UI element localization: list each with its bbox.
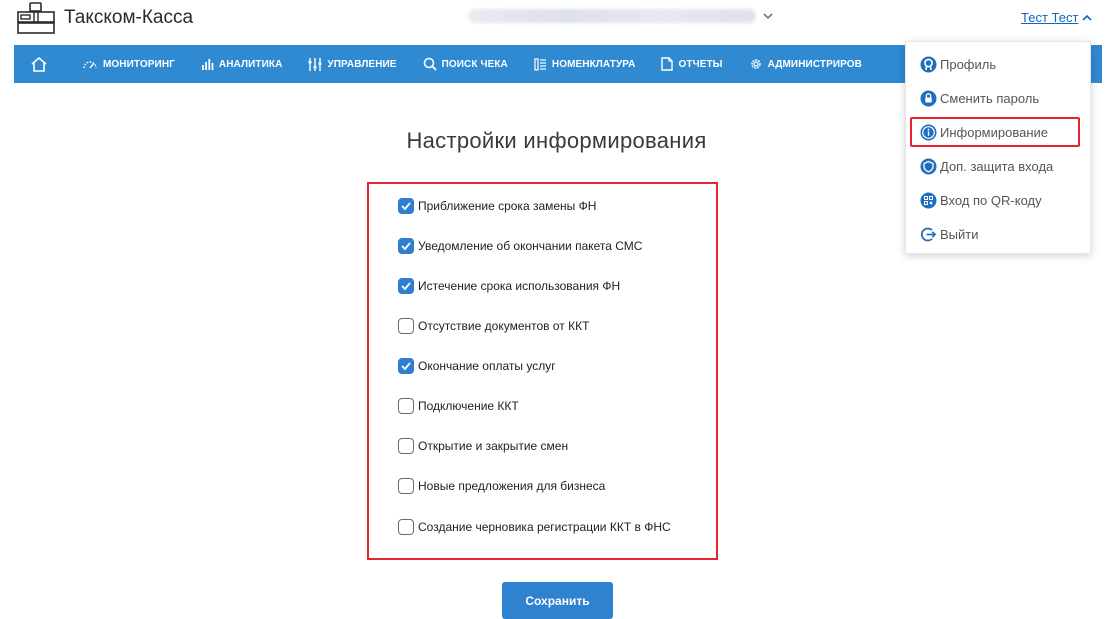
qr-code-icon bbox=[920, 192, 937, 208]
option-label: Создание черновика регистрации ККТ в ФНС bbox=[418, 520, 671, 534]
organization-selector[interactable] bbox=[468, 9, 774, 23]
nav-nomenclature[interactable]: НОМЕНКЛАТУРА bbox=[521, 45, 649, 83]
speedometer-icon bbox=[83, 61, 97, 69]
notification-settings-panel: Приближение срока замены ФН Уведомление … bbox=[367, 182, 718, 560]
checkbox-unchecked[interactable] bbox=[398, 318, 414, 334]
home-icon bbox=[31, 56, 47, 72]
option-fn-expiry[interactable]: Истечение срока использования ФН bbox=[398, 277, 620, 295]
logout-icon bbox=[920, 227, 937, 241]
menu-item-change-password[interactable]: Сменить пароль bbox=[920, 87, 1039, 109]
option-kkt-registration-draft[interactable]: Создание черновика регистрации ККТ в ФНС bbox=[398, 518, 671, 536]
menu-item-extra-login-protection[interactable]: Доп. защита входа bbox=[920, 155, 1053, 177]
checkbox-checked[interactable] bbox=[398, 198, 414, 214]
option-label: Новые предложения для бизнеса bbox=[418, 479, 606, 493]
sliders-icon bbox=[308, 57, 322, 71]
option-service-payment-ending[interactable]: Окончание оплаты услуг bbox=[398, 357, 556, 375]
nav-receipt-search[interactable]: ПОИСК ЧЕКА bbox=[410, 45, 521, 83]
save-button[interactable]: Сохранить bbox=[502, 582, 613, 619]
nav-monitoring[interactable]: МОНИТОРИНГ bbox=[64, 45, 188, 83]
nav-label: ОТЧЕТЫ bbox=[678, 58, 723, 70]
catalog-icon bbox=[534, 57, 546, 71]
nav-home-button[interactable] bbox=[14, 45, 64, 83]
option-label: Отсутствие документов от ККТ bbox=[418, 319, 590, 333]
option-fn-replacement-approaching[interactable]: Приближение срока замены ФН bbox=[398, 197, 596, 215]
option-label: Окончание оплаты услуг bbox=[418, 359, 556, 373]
menu-item-label: Профиль bbox=[940, 56, 997, 72]
user-menu-toggle[interactable]: Тест Тест bbox=[1021, 10, 1092, 25]
search-icon bbox=[423, 57, 437, 71]
option-label: Уведомление об окончании пакета СМС bbox=[418, 239, 643, 253]
option-sms-package-ending[interactable]: Уведомление об окончании пакета СМС bbox=[398, 237, 642, 255]
user-name-link[interactable]: Тест Тест bbox=[1021, 10, 1078, 25]
checkmark-icon bbox=[401, 282, 411, 290]
lock-icon bbox=[920, 90, 937, 106]
option-label: Подключение ККТ bbox=[418, 399, 519, 413]
nav-label: УПРАВЛЕНИЕ bbox=[327, 58, 397, 70]
app-title: Такском-Касса bbox=[64, 7, 194, 28]
menu-item-label: Доп. защита входа bbox=[940, 158, 1054, 174]
option-label: Истечение срока использования ФН bbox=[418, 279, 621, 293]
checkmark-icon bbox=[401, 202, 411, 210]
checkbox-unchecked[interactable] bbox=[398, 478, 414, 494]
option-label: Открытие и закрытие смен bbox=[418, 439, 569, 453]
active-item-highlight-frame bbox=[910, 117, 1080, 147]
document-icon bbox=[661, 57, 674, 71]
nav-label: ПОИСК ЧЕКА bbox=[441, 58, 508, 70]
option-business-offers[interactable]: Новые предложения для бизнеса bbox=[398, 477, 605, 495]
option-shift-open-close[interactable]: Открытие и закрытие смен bbox=[398, 437, 568, 455]
nav-label: НОМЕНКЛАТУРА bbox=[551, 58, 636, 70]
option-no-documents-from-kkt[interactable]: Отсутствие документов от ККТ bbox=[398, 317, 589, 335]
nav-analytics[interactable]: АНАЛИТИКА bbox=[188, 45, 296, 83]
checkbox-unchecked[interactable] bbox=[398, 438, 414, 454]
menu-item-profile[interactable]: Профиль bbox=[920, 53, 996, 75]
shield-icon bbox=[920, 158, 937, 174]
organization-name-blurred bbox=[468, 9, 756, 23]
user-dropdown-menu: Профиль Сменить пароль Информирование До… bbox=[905, 41, 1091, 254]
nav-label: МОНИТОРИНГ bbox=[103, 58, 175, 70]
checkbox-unchecked[interactable] bbox=[398, 519, 414, 535]
menu-item-qr-login[interactable]: Вход по QR-коду bbox=[920, 189, 1042, 211]
menu-item-logout[interactable]: Выйти bbox=[920, 223, 979, 245]
option-kkt-connection[interactable]: Подключение ККТ bbox=[398, 397, 519, 415]
nav-label: АДМИНИСТРИРОВ bbox=[767, 58, 862, 70]
checkbox-checked[interactable] bbox=[398, 358, 414, 374]
gear-icon bbox=[750, 59, 761, 69]
menu-item-label: Сменить пароль bbox=[940, 90, 1040, 106]
nav-management[interactable]: УПРАВЛЕНИЕ bbox=[295, 45, 409, 83]
checkmark-icon bbox=[401, 362, 411, 370]
checkbox-unchecked[interactable] bbox=[398, 398, 414, 414]
option-label: Приближение срока замены ФН bbox=[418, 199, 597, 213]
cash-register-logo-icon[interactable] bbox=[17, 2, 57, 34]
checkbox-checked[interactable] bbox=[398, 278, 414, 294]
checkmark-icon bbox=[401, 242, 411, 250]
menu-item-label: Выйти bbox=[940, 226, 979, 242]
menu-item-label: Вход по QR-коду bbox=[940, 192, 1042, 208]
chevron-down-icon bbox=[763, 13, 773, 20]
nav-reports[interactable]: ОТЧЕТЫ bbox=[648, 45, 735, 83]
nav-label: АНАЛИТИКА bbox=[218, 58, 283, 70]
bar-chart-icon bbox=[201, 59, 214, 70]
chevron-up-icon bbox=[1082, 14, 1092, 21]
top-bar: Такском-Касса Тест Тест bbox=[0, 0, 1113, 41]
profile-icon bbox=[920, 56, 937, 72]
checkbox-checked[interactable] bbox=[398, 238, 414, 254]
nav-administration[interactable]: АДМИНИСТРИРОВ bbox=[736, 45, 875, 83]
